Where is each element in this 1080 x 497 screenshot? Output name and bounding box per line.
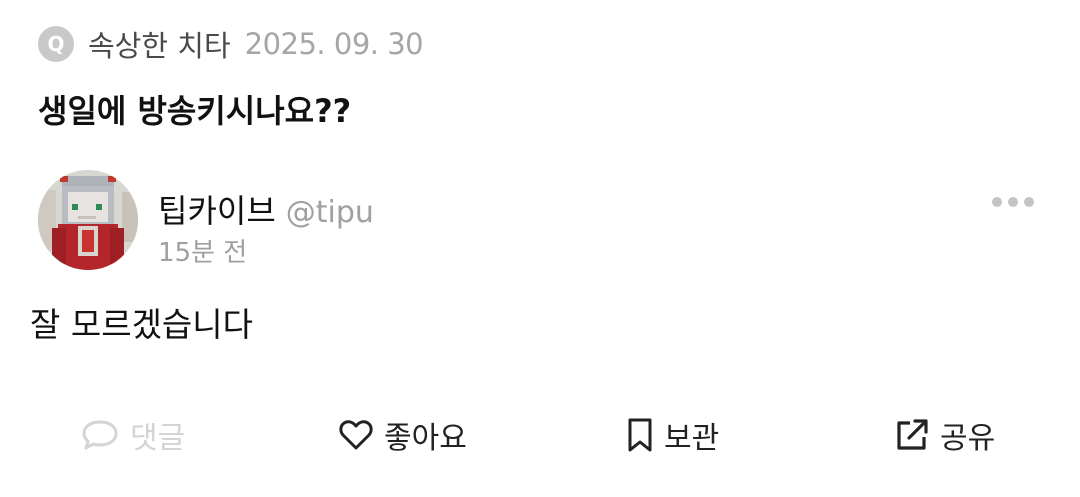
question-badge: Q: [38, 26, 74, 62]
share-icon: [897, 419, 928, 450]
avatar-image: [38, 170, 138, 270]
question-header: Q 속상한 치타 2025. 09. 30: [38, 23, 424, 65]
question-author[interactable]: 속상한 치타: [88, 23, 231, 65]
answer-author-name[interactable]: 팁카이브: [158, 186, 276, 232]
share-label: 공유: [940, 421, 996, 456]
heart-icon: [339, 420, 373, 450]
like-label: 좋아요: [384, 421, 467, 456]
post-detail: Q 속상한 치타 2025. 09. 30 생일에 방송키시나요?? 팁카이브: [0, 0, 1080, 497]
answer-author-row: 팁카이브 @tipu: [158, 186, 374, 232]
avatar[interactable]: [38, 170, 138, 270]
comment-icon: [82, 420, 118, 450]
comment-button[interactable]: 댓글: [80, 410, 185, 460]
more-dot: [992, 197, 1002, 207]
answer-body: 잘 모르겠습니다: [30, 305, 254, 344]
more-dots-icon[interactable]: [992, 190, 1034, 214]
save-button[interactable]: 보관: [626, 410, 719, 460]
bookmark-icon: [628, 418, 652, 452]
action-bar: 댓글 좋아요 보관 공유: [0, 410, 1080, 460]
more-dot: [1008, 197, 1018, 207]
question-date: 2025. 09. 30: [244, 27, 424, 61]
like-button[interactable]: 좋아요: [338, 410, 467, 460]
question-title: 생일에 방송키시나요??: [38, 92, 352, 130]
question-badge-letter: Q: [47, 32, 65, 56]
save-label: 보관: [664, 421, 720, 456]
more-dot: [1024, 197, 1034, 207]
answer-timestamp: 15분 전: [158, 238, 248, 268]
share-button[interactable]: 공유: [894, 410, 995, 460]
answer-author-handle[interactable]: @tipu: [286, 195, 374, 230]
comment-label: 댓글: [130, 421, 186, 456]
